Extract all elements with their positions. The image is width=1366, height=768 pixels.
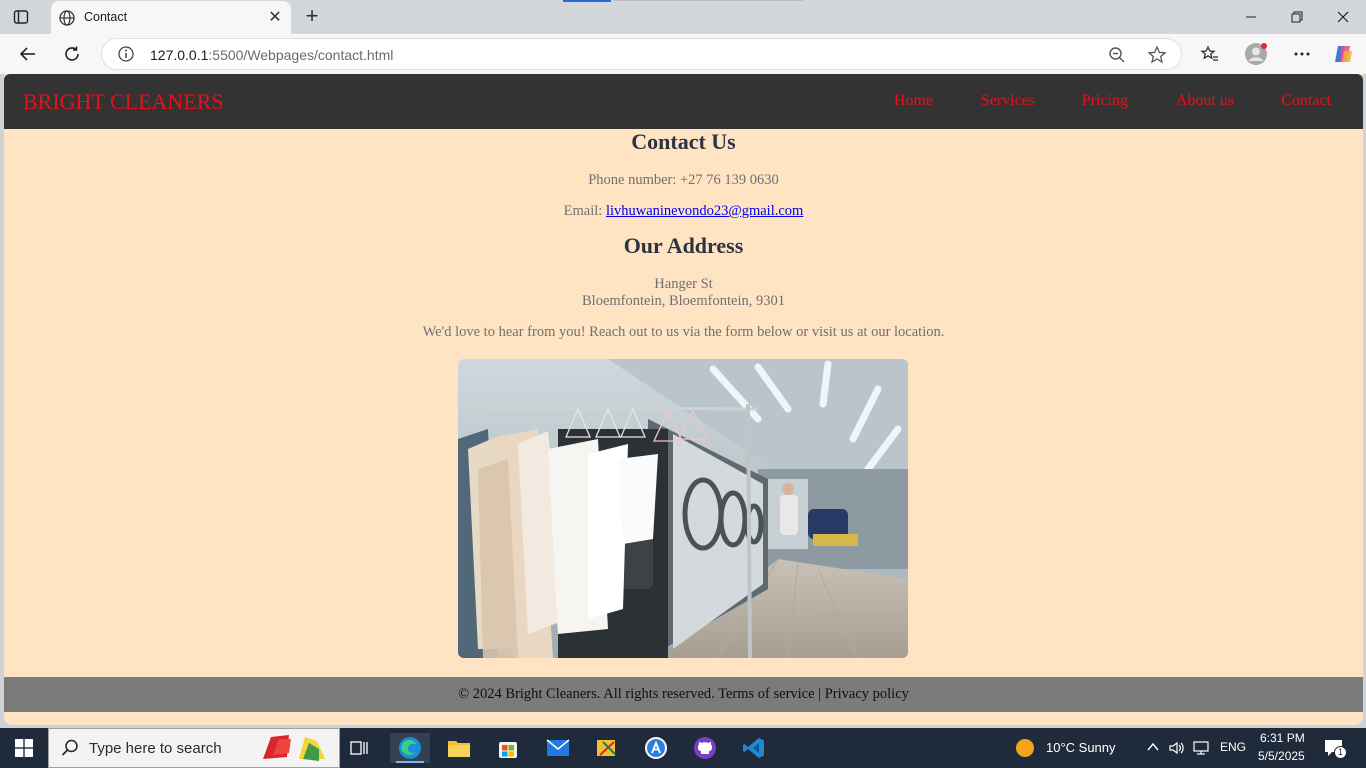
close-tab-icon[interactable]: ✕ xyxy=(267,9,283,26)
nav-pricing[interactable]: Pricing xyxy=(1082,92,1128,110)
favorites-icon[interactable] xyxy=(1198,42,1222,66)
snipping-tool-icon[interactable] xyxy=(587,733,627,763)
back-arrow-icon[interactable] xyxy=(16,42,40,66)
favorite-star-icon[interactable] xyxy=(1147,45,1167,65)
profile-avatar[interactable] xyxy=(1244,42,1268,66)
footer-terms-link[interactable]: Terms of service xyxy=(718,686,814,702)
site-footer: © 2024 Bright Cleaners. All rights reser… xyxy=(4,677,1363,712)
browser-tab-bar: Contact ✕ + xyxy=(0,0,1366,34)
address-bar[interactable]: 127.0.0.1:5500/Webpages/contact.html xyxy=(101,38,1182,70)
tab-actions-icon[interactable] xyxy=(12,8,30,26)
refresh-icon[interactable] xyxy=(60,42,84,66)
globe-icon xyxy=(58,9,76,27)
close-window-icon[interactable] xyxy=(1328,6,1358,28)
vscode-icon[interactable] xyxy=(734,733,774,763)
taskbar-search-box[interactable]: Type here to search xyxy=(48,728,340,768)
app-icon-a[interactable] xyxy=(636,733,676,763)
phone-number: Phone number: +27 76 139 0630 xyxy=(588,172,779,188)
browser-toolbar: 127.0.0.1:5500/Webpages/contact.html xyxy=(0,34,1366,74)
url-host: 127.0.0.1 xyxy=(150,47,209,63)
active-app-indicator xyxy=(396,761,424,763)
search-icon xyxy=(61,739,79,762)
url-text[interactable]: 127.0.0.1:5500/Webpages/contact.html xyxy=(150,47,393,63)
new-tab-button[interactable]: + xyxy=(302,5,322,27)
zoom-out-icon[interactable] xyxy=(1107,45,1127,65)
url-path: :5500/Webpages/contact.html xyxy=(208,47,394,63)
contact-heading: Contact Us xyxy=(631,129,736,154)
tab-title: Contact xyxy=(84,10,128,24)
address-heading: Our Address xyxy=(623,233,744,258)
window-accent xyxy=(563,0,611,2)
github-desktop-icon[interactable] xyxy=(685,733,725,763)
site-header: BRIGHT CLEANERS Home Services Pricing Ab… xyxy=(4,74,1363,129)
window-accent-line xyxy=(613,0,803,1)
page-viewport: BRIGHT CLEANERS Home Services Pricing Ab… xyxy=(4,74,1363,725)
address-street: Hanger St xyxy=(654,276,713,292)
minimize-icon[interactable] xyxy=(1236,6,1266,28)
email-link[interactable]: livhuwaninevondo23@gmail.com xyxy=(606,203,803,219)
laundromat-photo xyxy=(458,359,908,658)
volume-icon[interactable] xyxy=(1168,739,1186,762)
weather-text[interactable]: 10°C Sunny xyxy=(1046,740,1116,755)
notification-count: 1 xyxy=(1334,746,1347,759)
nav-services[interactable]: Services xyxy=(981,92,1035,110)
network-icon[interactable] xyxy=(1192,739,1210,762)
tray-overflow-chevron-icon[interactable] xyxy=(1146,740,1160,759)
nav-about-us[interactable]: About us xyxy=(1176,92,1234,110)
weather-sun-icon[interactable] xyxy=(1015,738,1035,763)
email-label: Email: xyxy=(563,203,606,219)
email-line: Email: livhuwaninevondo23@gmail.com xyxy=(4,203,1363,220)
search-highlight-icon xyxy=(259,731,335,768)
input-language[interactable]: ENG xyxy=(1220,740,1246,754)
windows-start-icon[interactable] xyxy=(0,728,48,768)
restore-icon[interactable] xyxy=(1282,6,1312,28)
footer-privacy-link[interactable]: Privacy policy xyxy=(825,686,909,702)
footer-copyright: © 2024 Bright Cleaners. All rights reser… xyxy=(458,686,715,702)
site-brand[interactable]: BRIGHT CLEANERS xyxy=(23,89,224,115)
site-info-icon[interactable] xyxy=(117,45,135,63)
address-city: Bloemfontein, Bloemfontein, 9301 xyxy=(582,293,785,309)
clock-date[interactable]: 5/5/2025 xyxy=(1258,749,1305,763)
browser-tab-contact[interactable]: Contact ✕ xyxy=(51,1,291,34)
edge-browser-icon[interactable] xyxy=(390,733,430,763)
more-options-icon[interactable] xyxy=(1290,42,1314,66)
invite-text: We'd love to hear from you! Reach out to… xyxy=(422,324,945,340)
footer-separator: | xyxy=(814,686,825,702)
windows-taskbar: Type here to search 10°C Sunny ENG 6:31 … xyxy=(0,728,1366,768)
clock-time[interactable]: 6:31 PM xyxy=(1260,731,1305,745)
nav-contact[interactable]: Contact xyxy=(1281,92,1331,110)
search-placeholder: Type here to search xyxy=(89,740,222,757)
notification-center-icon[interactable]: 1 xyxy=(1324,739,1348,759)
microsoft-store-icon[interactable] xyxy=(488,733,528,763)
mail-icon[interactable] xyxy=(538,733,578,763)
nav-home[interactable]: Home xyxy=(894,92,933,110)
file-explorer-icon[interactable] xyxy=(439,733,479,763)
copilot-icon[interactable] xyxy=(1331,42,1355,66)
task-view-icon[interactable] xyxy=(340,733,380,763)
